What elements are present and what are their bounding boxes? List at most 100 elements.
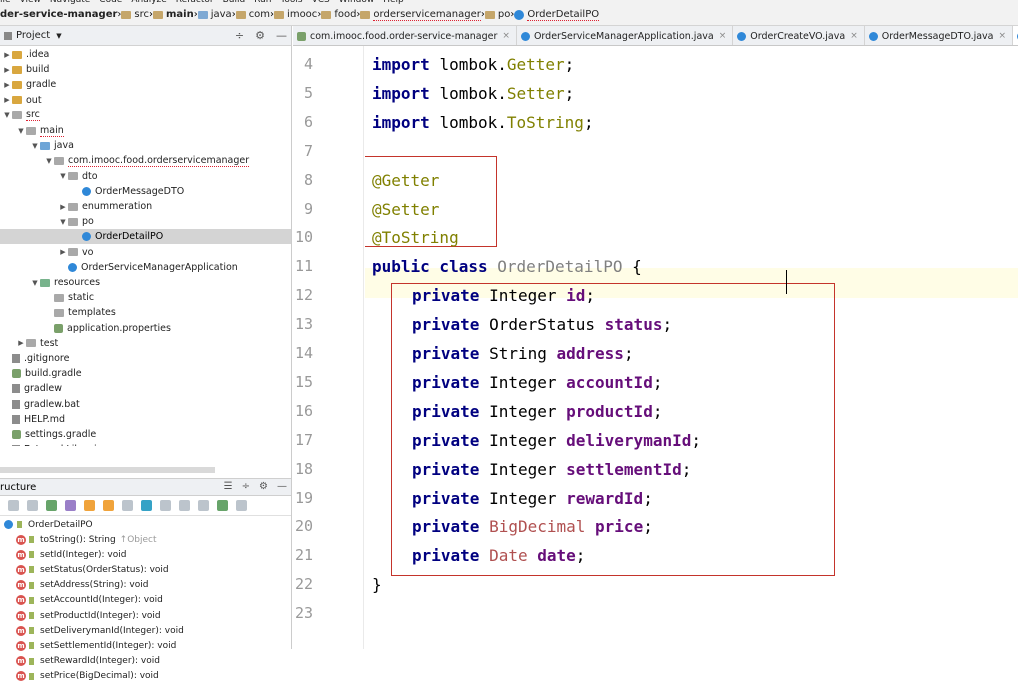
breadcrumb-item[interactable]: com: [236, 9, 270, 20]
left-panel: Project ▼ ÷ ⚙ — ▶.idea▶build▶gradle▶out▼sr…: [0, 26, 292, 649]
breadcrumb-item[interactable]: food: [321, 9, 356, 20]
sort-icon[interactable]: ☰: [224, 481, 233, 492]
structure-item[interactable]: msetId(Integer): void: [0, 547, 291, 562]
breadcrumb-item[interactable]: po: [485, 9, 510, 20]
tree-item[interactable]: OrderServiceManagerApplication: [0, 260, 291, 275]
tree-item[interactable]: ▶test: [0, 336, 291, 351]
chevron-down-icon[interactable]: ▼: [56, 32, 61, 40]
chevron-down-icon[interactable]: ▼: [44, 157, 54, 165]
tree-item[interactable]: gradlew.bat: [0, 397, 291, 412]
tree-item[interactable]: ▼resources: [0, 275, 291, 290]
tree-item[interactable]: ▼com.imooc.food.orderservicemanager: [0, 153, 291, 168]
tree-item[interactable]: ▼po: [0, 214, 291, 229]
tree-item[interactable]: ▶External Libraries: [0, 442, 291, 446]
breadcrumb-item[interactable]: java: [198, 9, 232, 20]
minimize-icon[interactable]: —: [276, 29, 287, 42]
breadcrumb-item[interactable]: main: [153, 9, 194, 20]
tree-item[interactable]: ▼main: [0, 123, 291, 138]
tree-item[interactable]: ▶build: [0, 62, 291, 77]
tree-item[interactable]: templates: [0, 305, 291, 320]
sort-alpha-icon[interactable]: [8, 500, 19, 511]
chevron-right-icon[interactable]: ▶: [2, 81, 12, 89]
project-panel-title[interactable]: Project: [16, 30, 50, 41]
close-icon[interactable]: ×: [502, 31, 510, 41]
show-non-public-icon[interactable]: [103, 500, 114, 511]
breadcrumb-item[interactable]: der-service-manager: [0, 9, 117, 20]
tree-item[interactable]: ▶.idea: [0, 47, 291, 62]
tree-item[interactable]: ▼src: [0, 108, 291, 123]
structure-item[interactable]: mtoString(): String↑Object: [0, 532, 291, 547]
folder-icon: [198, 11, 208, 19]
chevron-right-icon[interactable]: ▶: [58, 248, 68, 256]
breadcrumb-item[interactable]: orderservicemanager: [360, 9, 480, 21]
structure-item[interactable]: msetRewardId(Integer): void: [0, 654, 291, 669]
autoscroll-icon[interactable]: [160, 500, 171, 511]
breadcrumb-item[interactable]: src: [121, 9, 149, 20]
chevron-right-icon[interactable]: ▶: [16, 339, 26, 347]
close-icon[interactable]: ×: [999, 31, 1007, 41]
chevron-down-icon[interactable]: ▼: [58, 218, 68, 226]
structure-item[interactable]: msetAddress(String): void: [0, 578, 291, 593]
class-icon: [869, 32, 878, 41]
breadcrumb-item[interactable]: OrderDetailPO: [514, 9, 599, 21]
horizontal-scrollbar[interactable]: [0, 467, 215, 473]
tree-item[interactable]: .gitignore: [0, 351, 291, 366]
breadcrumb-item[interactable]: imooc: [274, 9, 317, 20]
tree-item[interactable]: OrderMessageDTO: [0, 184, 291, 199]
tree-item[interactable]: ▼java: [0, 138, 291, 153]
tree-item[interactable]: gradlew: [0, 381, 291, 396]
tree-item[interactable]: application.properties: [0, 321, 291, 336]
chevron-down-icon[interactable]: ▼: [16, 127, 26, 135]
chevron-down-icon[interactable]: ▼: [30, 279, 40, 287]
close-icon[interactable]: ×: [850, 31, 858, 41]
chevron-down-icon[interactable]: ▼: [58, 172, 68, 180]
collapse-icon[interactable]: ÷: [242, 481, 250, 492]
show-lambdas-icon[interactable]: [122, 500, 133, 511]
editor-tab[interactable]: OrderCreateVO.java×: [733, 26, 864, 46]
structure-item[interactable]: msetStatus(OrderStatus): void: [0, 562, 291, 577]
close-icon[interactable]: ×: [719, 31, 727, 41]
structure-item[interactable]: msetSettlementId(Integer): void: [0, 638, 291, 653]
chevron-down-icon[interactable]: ▼: [2, 111, 12, 119]
chevron-right-icon[interactable]: ▶: [2, 51, 12, 59]
tree-item[interactable]: ▶out: [0, 93, 291, 108]
gear-icon[interactable]: ⚙: [259, 481, 268, 492]
chevron-right-icon[interactable]: ▶: [58, 203, 68, 211]
code-token: String: [489, 344, 556, 363]
chevron-right-icon[interactable]: ▶: [2, 96, 12, 104]
tree-item[interactable]: build.gradle: [0, 366, 291, 381]
editor-tab[interactable]: OrderMessageDTO.java×: [865, 26, 1013, 46]
gear-icon[interactable]: ⚙: [255, 29, 265, 42]
code-editor[interactable]: import lombok.Getter;import lombok.Sette…: [365, 46, 1018, 649]
tree-item[interactable]: ▶gradle: [0, 77, 291, 92]
expand-all-icon[interactable]: [179, 500, 190, 511]
tree-item[interactable]: ▼dto: [0, 169, 291, 184]
tree-item[interactable]: ▶ vo: [0, 245, 291, 260]
tree-item[interactable]: HELP.md: [0, 412, 291, 427]
sort-visibility-icon[interactable]: [27, 500, 38, 511]
tree-item[interactable]: OrderDetailPO: [0, 229, 291, 244]
chevron-right-icon[interactable]: ▶: [2, 66, 12, 74]
show-inherited-icon[interactable]: [84, 500, 95, 511]
chevron-down-icon[interactable]: ▼: [30, 142, 40, 150]
structure-root[interactable]: OrderDetailPO: [0, 517, 291, 532]
show-properties-icon[interactable]: [65, 500, 76, 511]
editor-tab[interactable]: OrderDetailPO: [1013, 26, 1018, 46]
collapse-icon[interactable]: ÷: [235, 29, 244, 42]
anonymous-classes-icon[interactable]: [141, 500, 152, 511]
tree-item-label: vo: [82, 247, 93, 258]
minimize-icon[interactable]: —: [277, 481, 287, 492]
scroll-from-source-icon[interactable]: [217, 500, 228, 511]
editor-tab[interactable]: OrderServiceManagerApplication.java×: [517, 26, 733, 46]
editor-tab[interactable]: com.imooc.food.order-service-manager×: [293, 26, 517, 46]
show-fields-icon[interactable]: [46, 500, 57, 511]
structure-item[interactable]: msetDeliverymanId(Integer): void: [0, 623, 291, 638]
navigate-icon[interactable]: [236, 500, 247, 511]
structure-item[interactable]: msetProductId(Integer): void: [0, 608, 291, 623]
structure-item[interactable]: msetPrice(BigDecimal): void: [0, 669, 291, 684]
tree-item[interactable]: static: [0, 290, 291, 305]
collapse-all-icon[interactable]: [198, 500, 209, 511]
tree-item[interactable]: settings.gradle: [0, 427, 291, 442]
structure-item[interactable]: msetAccountId(Integer): void: [0, 593, 291, 608]
tree-item[interactable]: ▶enummeration: [0, 199, 291, 214]
